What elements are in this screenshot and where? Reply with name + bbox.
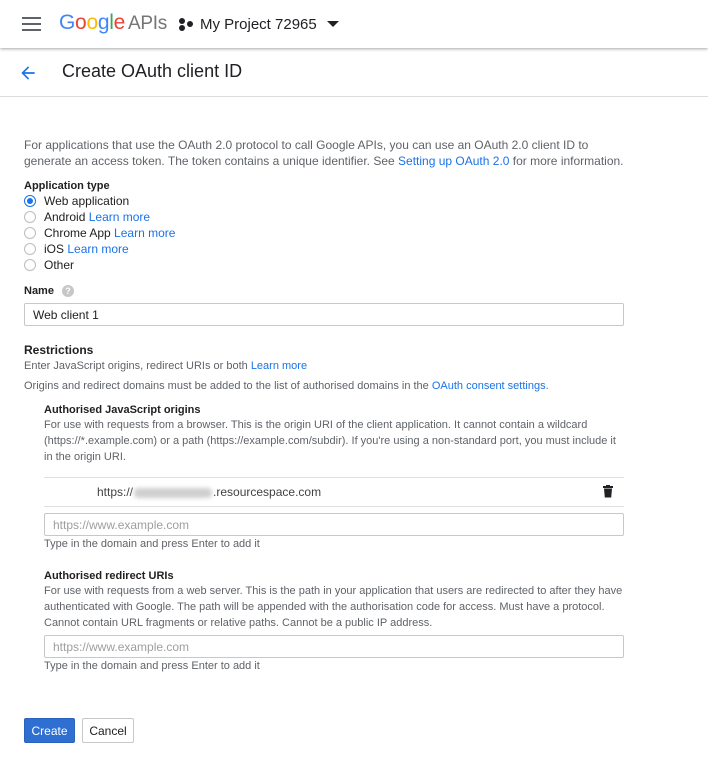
radio-button[interactable] <box>24 243 36 255</box>
origin-url-suffix: .resourcespace.com <box>213 485 322 499</box>
application-type-label: Application type <box>24 180 110 192</box>
redacted-subdomain <box>134 487 213 498</box>
restrictions-line1: Enter JavaScript origins, redirect URIs … <box>24 358 307 374</box>
arrow-back-icon[interactable] <box>18 63 38 83</box>
restrictions-line2-end: . <box>545 380 549 392</box>
radio-web-application[interactable]: Web application <box>24 193 129 209</box>
radio-label: Android <box>44 210 86 224</box>
radio-button[interactable] <box>24 227 36 239</box>
project-dots-icon <box>178 16 194 32</box>
page-header: Create OAuth client ID <box>0 48 708 97</box>
restrictions-line2-text: Origins and redirect domains must be add… <box>24 380 432 392</box>
cancel-button[interactable]: Cancel <box>82 718 134 743</box>
name-label: Name <box>24 285 54 297</box>
caret-down-icon <box>326 21 339 27</box>
restrictions-line1-text: Enter JavaScript origins, redirect URIs … <box>24 360 251 372</box>
chrome-app-learn-more-link[interactable]: Learn more <box>114 226 175 240</box>
redirect-uris-label: Authorised redirect URIs <box>44 570 174 582</box>
intro-text: For applications that use the OAuth 2.0 … <box>24 137 624 169</box>
name-input[interactable] <box>24 303 624 326</box>
create-button[interactable]: Create <box>24 718 75 743</box>
radio-label: Chrome App <box>44 226 111 240</box>
help-icon[interactable]: ? <box>61 285 74 298</box>
oauth-consent-settings-link[interactable]: OAuth consent settings <box>432 380 546 392</box>
radio-ios[interactable]: iOS Learn more <box>24 241 129 257</box>
js-origin-input[interactable] <box>44 513 624 536</box>
radio-other[interactable]: Other <box>24 257 74 273</box>
top-app-bar: Google APIs My Project 72965 <box>0 0 708 48</box>
radio-chrome-app[interactable]: Chrome App Learn more <box>24 225 175 241</box>
google-apis-logo[interactable]: Google APIs <box>59 11 167 35</box>
js-origin-hint: Type in the domain and press Enter to ad… <box>44 538 260 550</box>
radio-button[interactable] <box>24 195 36 207</box>
js-origins-description: For use with requests from a browser. Th… <box>44 419 616 463</box>
android-learn-more-link[interactable]: Learn more <box>89 210 150 224</box>
radio-label: Web application <box>44 194 130 208</box>
name-label-row: Name? <box>24 285 74 298</box>
radio-label: iOS <box>44 242 65 256</box>
origin-url-prefix: https:// <box>97 485 134 499</box>
project-name: My Project 72965 <box>200 15 317 33</box>
setting-up-oauth-link[interactable]: Setting up OAuth 2.0 <box>398 154 509 168</box>
js-origin-entry: https:// .resourcespace.com <box>44 477 624 507</box>
redirect-uris-description: For use with requests from a web server.… <box>44 585 623 629</box>
redirect-uri-input[interactable] <box>44 635 624 658</box>
radio-button[interactable] <box>24 259 36 271</box>
js-origin-url: https:// .resourcespace.com <box>97 485 321 499</box>
radio-button[interactable] <box>24 211 36 223</box>
hamburger-icon[interactable] <box>22 17 41 31</box>
page-title: Create OAuth client ID <box>62 61 243 81</box>
redirect-uri-hint: Type in the domain and press Enter to ad… <box>44 660 260 672</box>
restrictions-label: Restrictions <box>24 343 94 357</box>
radio-label: Other <box>44 258 75 272</box>
restrictions-line2: Origins and redirect domains must be add… <box>24 378 549 394</box>
js-origins-label: Authorised JavaScript origins <box>44 404 201 416</box>
radio-android[interactable]: Android Learn more <box>24 209 150 225</box>
restrictions-learn-more-link[interactable]: Learn more <box>251 360 307 372</box>
project-selector[interactable]: My Project 72965 <box>178 13 339 35</box>
ios-learn-more-link[interactable]: Learn more <box>67 242 128 256</box>
trash-icon[interactable] <box>603 485 613 498</box>
intro-text-end: for more information. <box>509 154 624 168</box>
